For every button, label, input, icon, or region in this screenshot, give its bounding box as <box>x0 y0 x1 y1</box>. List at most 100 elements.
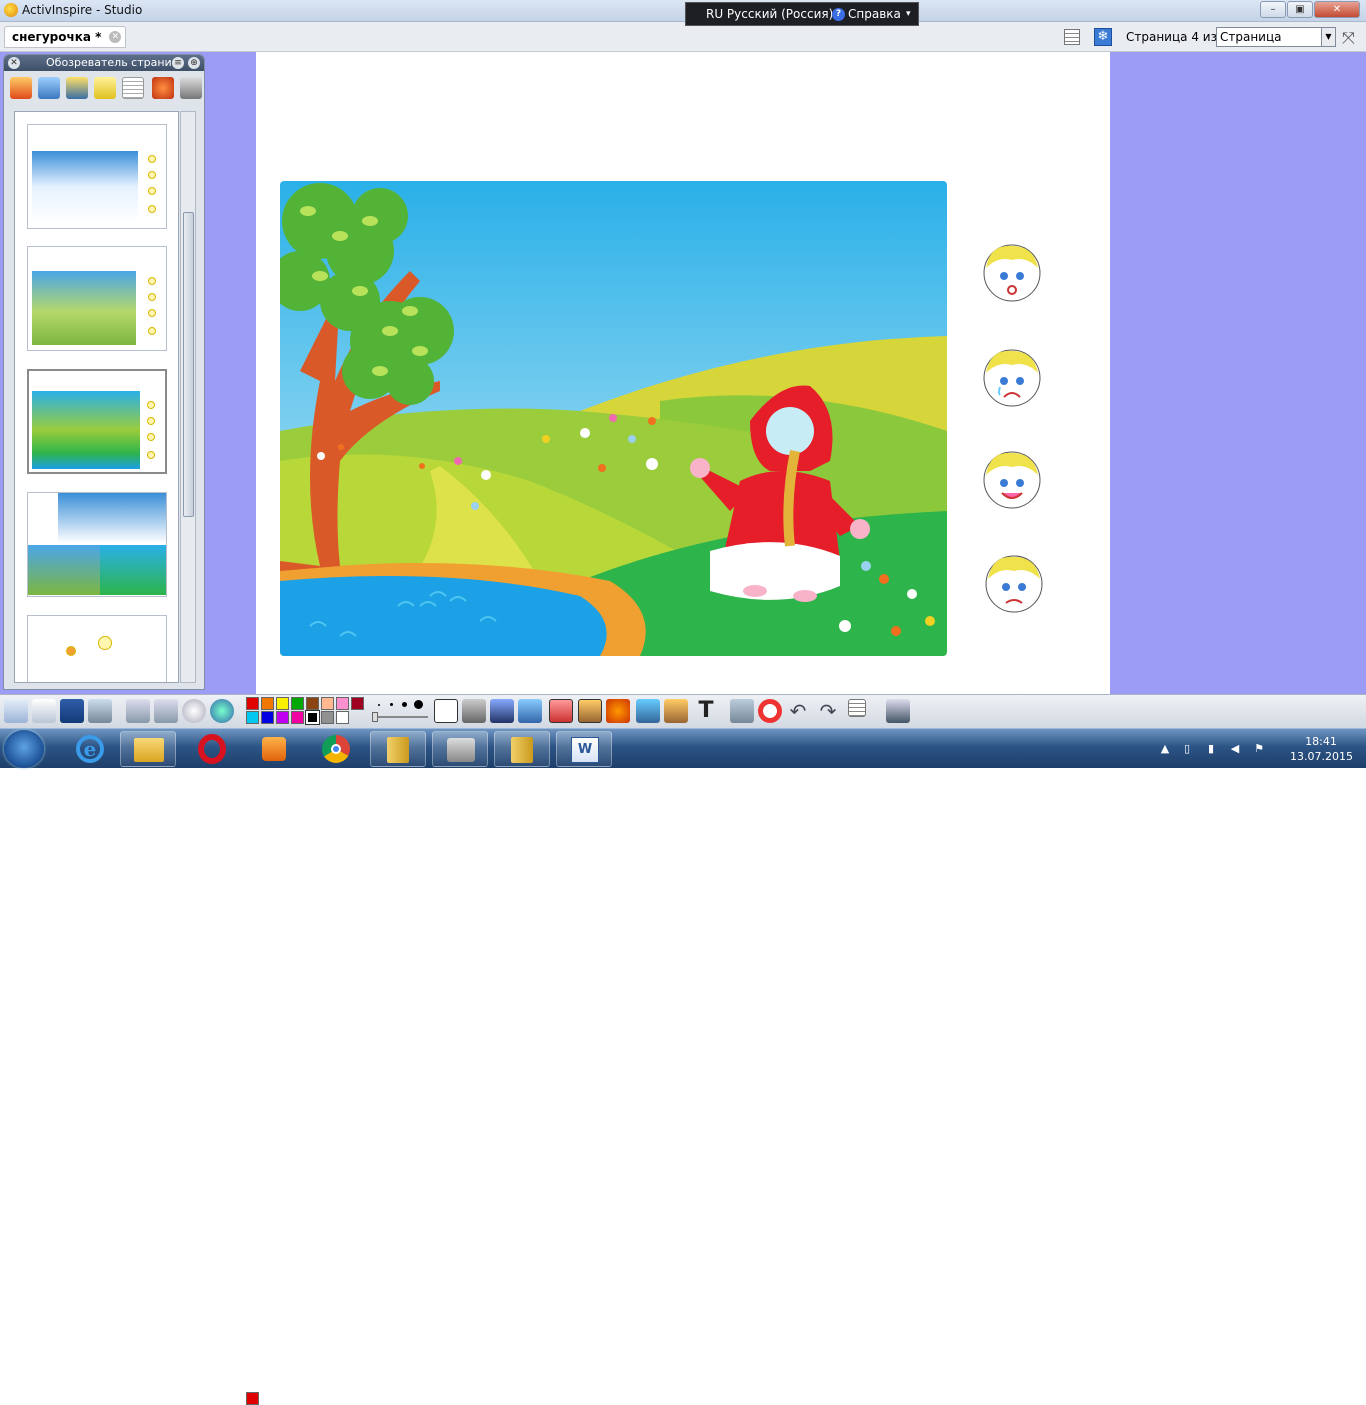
color-swatch-pink[interactable] <box>336 697 349 710</box>
snowflake-icon[interactable]: ❄ <box>1094 28 1112 46</box>
system-clock[interactable]: 18:41 13.07.2015 <box>1290 734 1353 764</box>
object-browser-icon[interactable] <box>66 77 88 99</box>
color-swatch-magenta[interactable] <box>291 711 304 724</box>
language-bar-options-icon[interactable]: ▾ <box>906 3 911 25</box>
zoom-select[interactable]: Страница целиком ▼ <box>1216 27 1336 62</box>
chrome-icon[interactable] <box>308 731 364 767</box>
chevron-down-icon[interactable]: ▼ <box>1321 28 1335 46</box>
connector-tool-icon[interactable] <box>636 699 660 723</box>
redo-icon[interactable]: ↷ <box>816 699 840 723</box>
show-hidden-icons[interactable]: ▲ <box>1158 742 1172 756</box>
fill-tool-icon[interactable] <box>578 699 602 723</box>
eraser-tool-icon[interactable] <box>549 699 573 723</box>
page-thumbnail-1[interactable] <box>27 124 167 229</box>
folder-icon-2[interactable] <box>494 731 550 767</box>
crying-face[interactable] <box>982 347 1042 407</box>
page-thumbnail-4[interactable] <box>27 492 167 597</box>
language-indicator[interactable]: RU Русский (Россия) <box>706 3 833 25</box>
clock-date: 13.07.2015 <box>1290 750 1353 763</box>
color-swatch-yellow[interactable] <box>276 697 289 710</box>
action-center-icon[interactable]: ⚑ <box>1252 742 1266 756</box>
desktop-annotate-icon[interactable] <box>88 699 112 723</box>
panel-menu-icon[interactable]: ≡ <box>172 57 184 69</box>
previous-page-icon[interactable] <box>126 699 150 723</box>
volume-icon[interactable]: ◀ <box>1228 742 1242 756</box>
help-link[interactable]: Справка <box>848 3 901 25</box>
surprised-face[interactable] <box>982 242 1042 302</box>
color-swatch-red[interactable] <box>246 697 259 710</box>
pen-tool-icon[interactable] <box>490 699 514 723</box>
scroll-thumb[interactable] <box>183 212 194 517</box>
magic-ink-icon[interactable] <box>664 699 688 723</box>
browsers-icon[interactable] <box>32 699 56 723</box>
page-notes-toolbar-icon[interactable] <box>848 699 866 717</box>
color-swatch-peach[interactable] <box>321 697 334 710</box>
slider-thumb[interactable] <box>372 712 378 722</box>
sad-face[interactable] <box>984 553 1044 613</box>
page-status: Страница 4 из 6 <box>1126 30 1229 44</box>
pen-width-slider[interactable] <box>372 697 430 723</box>
scene-image[interactable] <box>280 181 947 656</box>
internet-explorer-icon[interactable]: e <box>62 731 118 767</box>
internet-icon[interactable] <box>210 699 234 723</box>
switch-profile-icon[interactable] <box>60 699 84 723</box>
color-swatch-purple[interactable] <box>276 711 289 724</box>
word-icon[interactable]: W <box>556 731 612 767</box>
minimize-button[interactable]: – <box>1260 1 1286 18</box>
color-swatch-black[interactable] <box>305 710 320 725</box>
pin-panel-icon[interactable]: ⊕ <box>188 57 200 69</box>
voting-browser-icon[interactable] <box>180 77 202 99</box>
toolbar-settings-icon[interactable] <box>886 699 910 723</box>
close-tab-icon[interactable]: ✕ <box>109 31 122 43</box>
color-swatch-green[interactable] <box>291 697 304 710</box>
resource-browser-icon[interactable] <box>38 77 60 99</box>
tab-document[interactable]: снегурочка * ✕ <box>4 26 127 48</box>
color-swatch-maroon[interactable] <box>351 697 364 710</box>
happy-face[interactable] <box>982 449 1042 509</box>
reset-page-icon[interactable] <box>758 699 782 723</box>
page-thumbnail-3[interactable] <box>27 369 167 474</box>
color-swatch-cyan[interactable] <box>246 711 259 724</box>
help-icon[interactable]: ? <box>832 8 845 21</box>
play-icon[interactable] <box>182 699 206 723</box>
highlighter-tool-icon[interactable] <box>518 699 542 723</box>
page-notes-icon[interactable] <box>1064 29 1080 45</box>
start-button[interactable] <box>4 730 44 768</box>
color-swatch-brown[interactable] <box>306 697 319 710</box>
close-panel-icon[interactable]: ✕ <box>8 57 20 69</box>
notes-browser-icon[interactable] <box>94 77 116 99</box>
property-browser-icon[interactable] <box>122 77 144 99</box>
scene-illustration <box>280 181 947 656</box>
shape-tool-icon[interactable] <box>606 699 630 723</box>
page-browser-header: ✕ Обозреватель страниц ≡ ⊕ <box>4 55 204 71</box>
select-tool-icon[interactable] <box>434 699 458 723</box>
text-tool-icon[interactable]: T <box>694 699 718 723</box>
next-page-icon[interactable] <box>154 699 178 723</box>
explorer-icon[interactable] <box>120 731 176 767</box>
main-menu-icon[interactable] <box>4 699 28 723</box>
page-browser-icon[interactable] <box>10 77 32 99</box>
fullscreen-icon[interactable]: ⤧ <box>1342 28 1355 48</box>
color-swatch-white[interactable] <box>336 711 349 724</box>
network-icon[interactable]: ▮ <box>1204 742 1218 756</box>
page-thumbnail-5[interactable] <box>27 615 167 682</box>
clear-icon[interactable] <box>730 699 754 723</box>
main-toolbar: T ↶ ↷ <box>0 694 1366 1405</box>
activinspire-icon[interactable] <box>432 731 488 767</box>
color-swatch-blue[interactable] <box>261 711 274 724</box>
color-swatch[interactable] <box>246 1392 259 1405</box>
language-bar: RU Русский (Россия) ? Справка ▾ <box>685 2 919 26</box>
restore-button[interactable]: ▣ <box>1287 1 1313 18</box>
undo-icon[interactable]: ↶ <box>786 699 810 723</box>
action-browser-icon[interactable] <box>152 77 174 99</box>
device-icon[interactable]: ▯ <box>1180 742 1194 756</box>
close-button[interactable]: ✕ <box>1314 1 1360 18</box>
tools-icon[interactable] <box>462 699 486 723</box>
thumbnail-scrollbar[interactable] <box>180 111 196 683</box>
color-swatch-gray[interactable] <box>321 711 334 724</box>
opera-icon[interactable] <box>184 731 240 767</box>
folder-icon[interactable] <box>370 731 426 767</box>
media-player-icon[interactable] <box>246 731 302 767</box>
color-swatch-orange[interactable] <box>261 697 274 710</box>
page-thumbnail-2[interactable] <box>27 246 167 351</box>
